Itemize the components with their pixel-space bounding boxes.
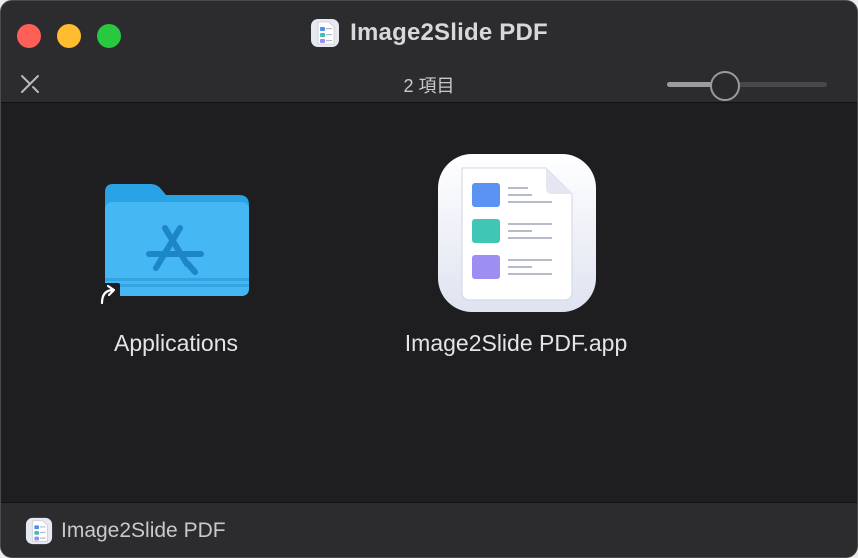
window-title: Image2Slide PDF: [350, 19, 548, 46]
item-applications[interactable]: Applications: [61, 154, 291, 424]
finder-window: Image2Slide PDF 2 項目 Applications Image2…: [0, 0, 858, 558]
document-app-icon: [25, 517, 53, 545]
item-label: Image2Slide PDF.app: [404, 330, 628, 356]
applications-folder-alias-icon: [105, 184, 249, 296]
item-image2slide-app[interactable]: Image2Slide PDF.app: [396, 144, 636, 424]
window-title-group: Image2Slide PDF: [1, 18, 857, 48]
item-label: Applications: [113, 330, 239, 356]
document-app-icon: [311, 19, 340, 47]
title-bar[interactable]: Image2Slide PDF: [1, 1, 857, 65]
slider-thumb[interactable]: [709, 71, 740, 101]
file-browser-area: Applications Image2Slide PDF.app: [1, 104, 857, 502]
icon-size-slider[interactable]: [667, 71, 827, 101]
path-bar-label[interactable]: Image2Slide PDF: [61, 519, 226, 543]
alias-arrow-icon: [98, 283, 120, 307]
toolbar: 2 項目: [1, 65, 857, 103]
image2slide-app-icon: [438, 154, 596, 312]
path-bar: Image2Slide PDF: [1, 502, 857, 557]
